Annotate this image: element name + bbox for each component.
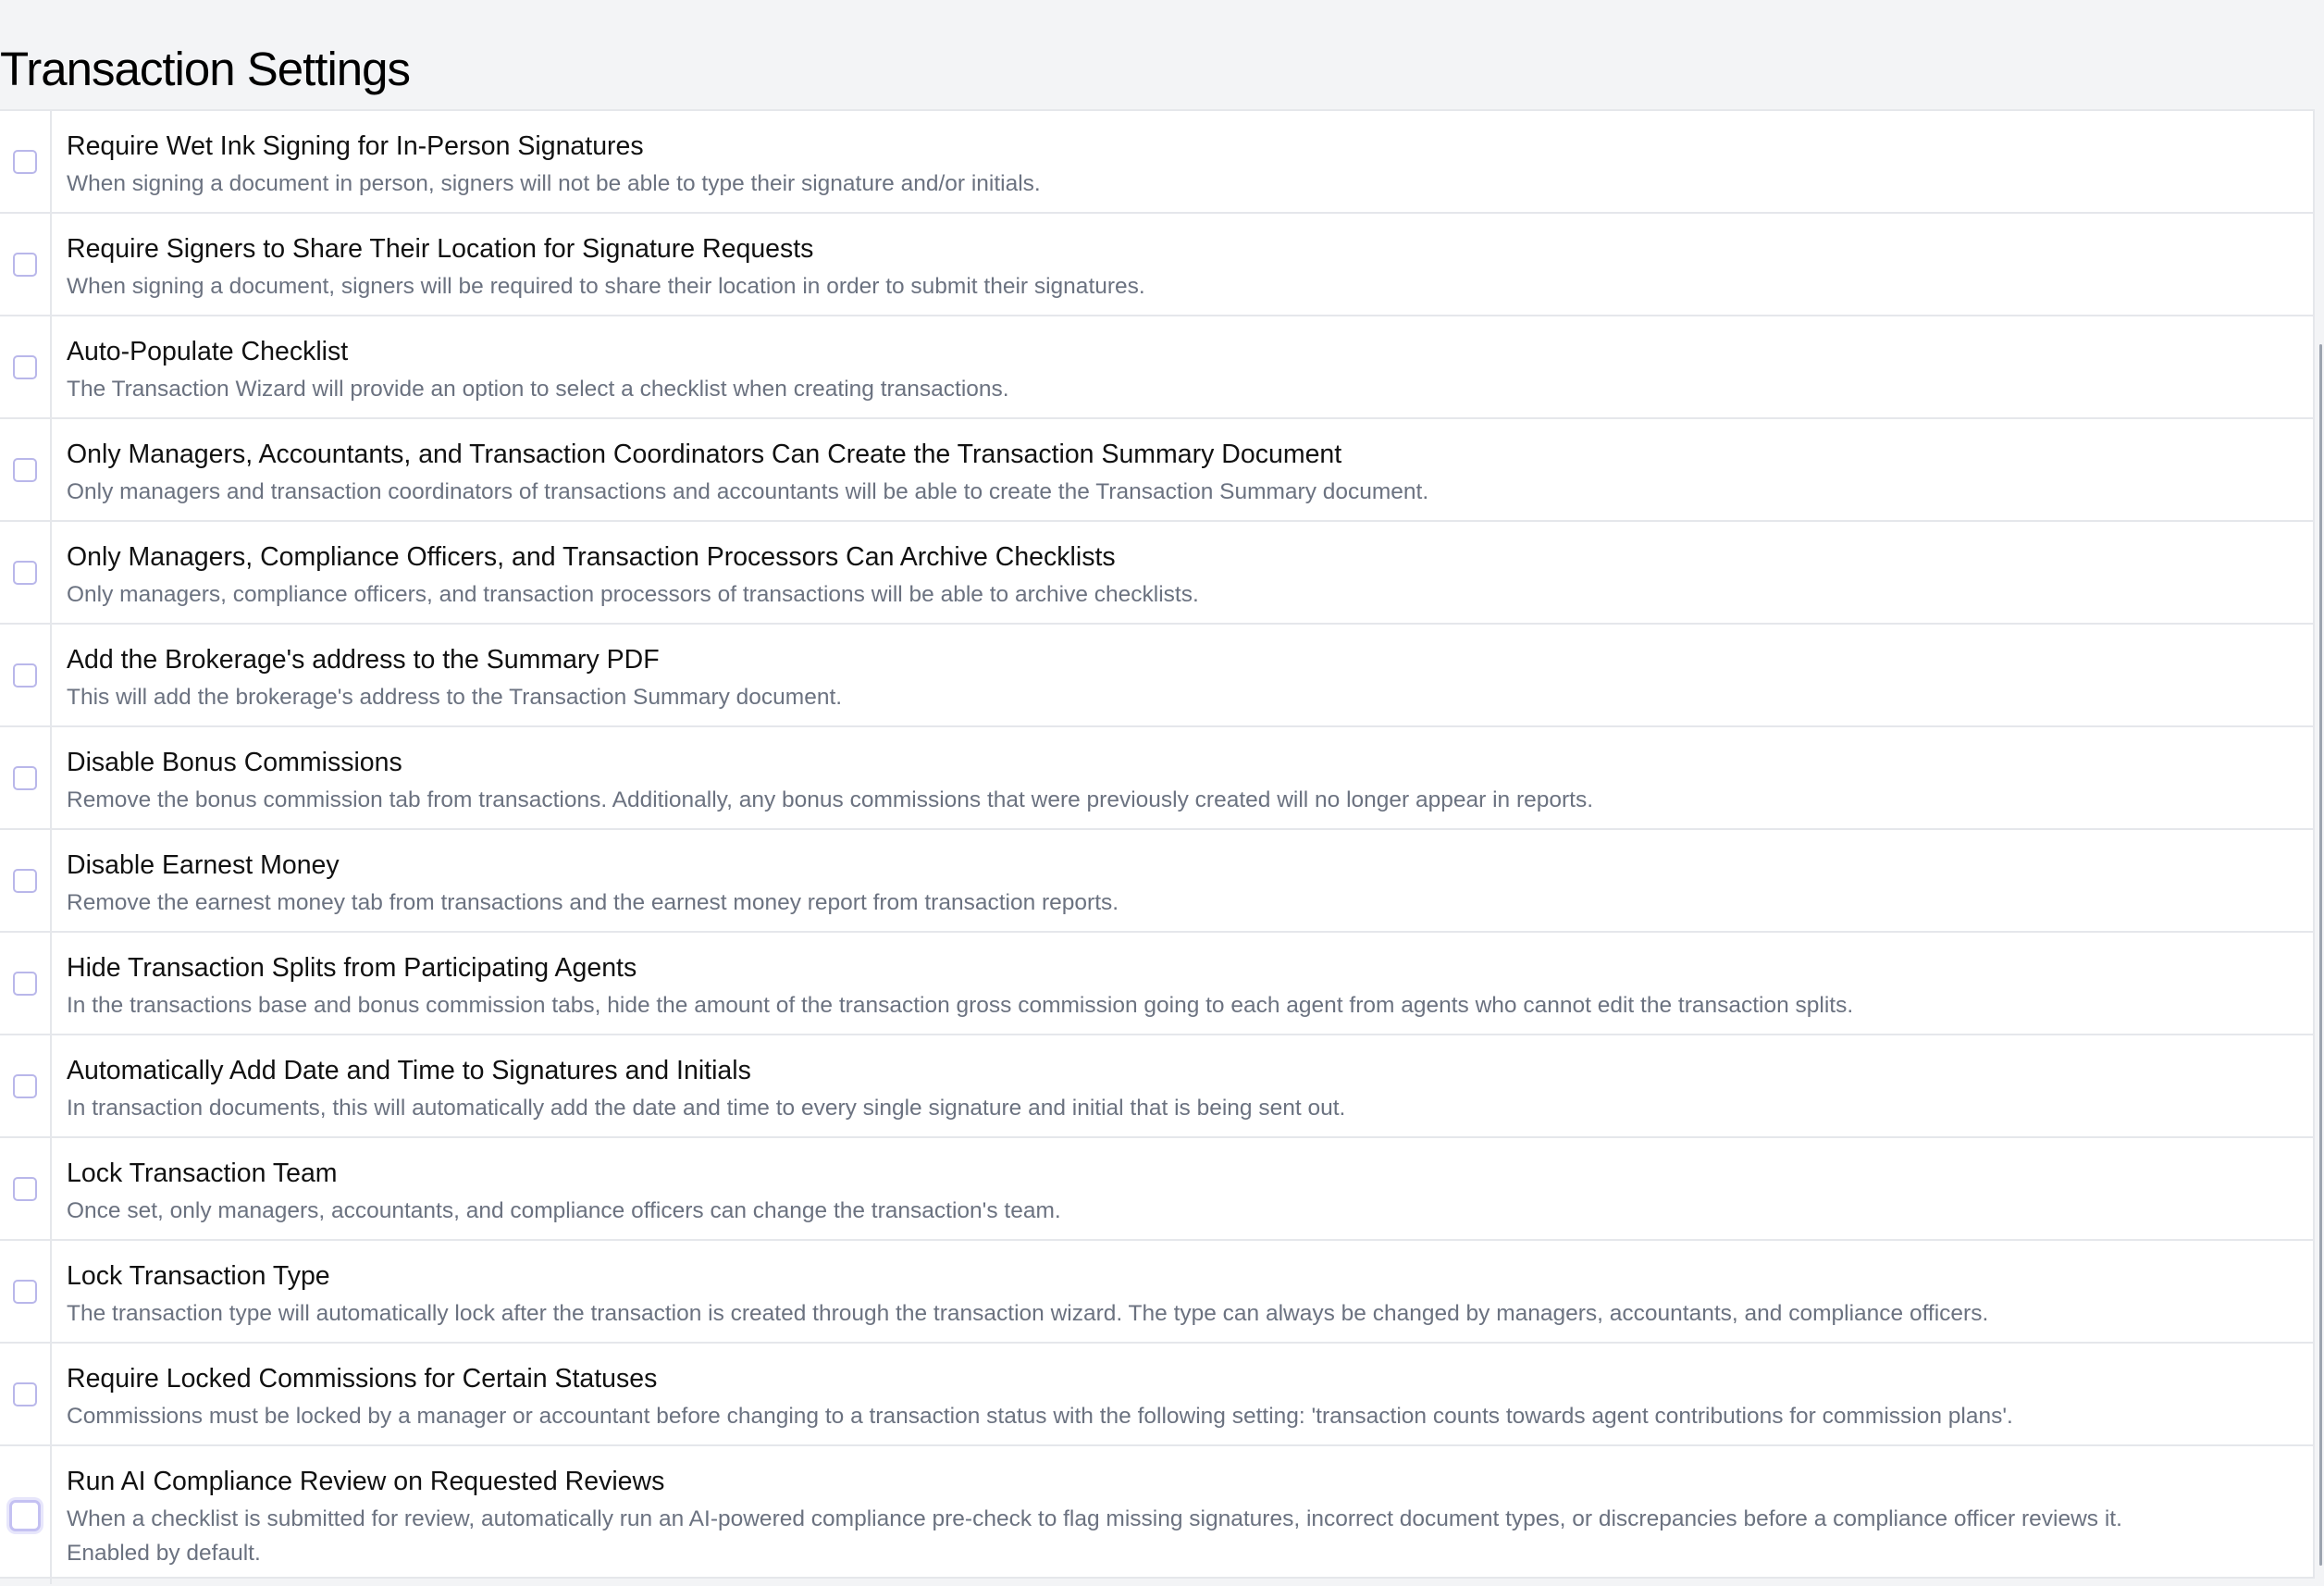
setting-title: Automatically Add Date and Time to Signa… (67, 1056, 751, 1085)
checkbox-cell (0, 316, 52, 417)
setting-text: Lock Transaction Team Once set, only man… (52, 1138, 1061, 1239)
setting-description: Only managers and transaction coordinato… (67, 479, 1429, 504)
setting-title: Require Locked Commissions for Certain S… (67, 1364, 658, 1394)
setting-text: Disable Bonus Commissions Remove the bon… (52, 727, 1593, 828)
checkbox-cell (0, 830, 52, 931)
lock-transaction-type-checkbox[interactable] (13, 1279, 37, 1304)
setting-text: Lock Transaction Type The transaction ty… (52, 1241, 1988, 1342)
checkbox-cell (0, 1446, 52, 1584)
setting-description: The Transaction Wizard will provide an o… (67, 377, 1009, 402)
brokerage-address-checkbox[interactable] (13, 663, 37, 688)
checkbox-cell (0, 625, 52, 725)
scrollbar-track[interactable] (2318, 0, 2324, 1586)
checkbox-cell (0, 1241, 52, 1342)
setting-text: Require Signers to Share Their Location … (52, 214, 1145, 315)
setting-title: Disable Earnest Money (67, 850, 340, 880)
setting-description: In transaction documents, this will auto… (67, 1096, 1346, 1121)
setting-description: When signing a document, signers will be… (67, 274, 1145, 299)
setting-row-brokerage-address: Add the Brokerage's address to the Summa… (0, 625, 2313, 727)
setting-title: Add the Brokerage's address to the Summa… (67, 645, 660, 675)
require-locked-commissions-checkbox[interactable] (13, 1382, 37, 1406)
checkbox-cell (0, 1035, 52, 1136)
setting-title: Disable Bonus Commissions (67, 748, 402, 777)
setting-text: Only Managers, Compliance Officers, and … (52, 522, 1199, 623)
setting-text: Hide Transaction Splits from Participati… (52, 933, 1853, 1034)
setting-text: Only Managers, Accountants, and Transact… (52, 419, 1428, 520)
setting-text: Require Locked Commissions for Certain S… (52, 1344, 2013, 1444)
disable-earnest-money-checkbox[interactable] (13, 868, 37, 893)
setting-title: Auto-Populate Checklist (67, 337, 349, 366)
setting-description: This will add the brokerage's address to… (67, 685, 843, 710)
setting-title: Hide Transaction Splits from Participati… (67, 953, 637, 983)
setting-text: Run AI Compliance Review on Requested Re… (52, 1446, 2122, 1584)
disable-bonus-commissions-checkbox[interactable] (13, 765, 37, 790)
setting-title: Lock Transaction Team (67, 1159, 338, 1188)
setting-row-disable-earnest-money: Disable Earnest Money Remove the earnest… (0, 830, 2313, 933)
checkbox-cell (0, 1344, 52, 1444)
summary-document-restriction-checkbox[interactable] (13, 457, 37, 482)
setting-row-lock-transaction-team: Lock Transaction Team Once set, only man… (0, 1138, 2313, 1241)
auto-date-time-checkbox[interactable] (13, 1073, 37, 1098)
setting-row-disable-bonus-commissions: Disable Bonus Commissions Remove the bon… (0, 727, 2313, 830)
settings-list: Require Wet Ink Signing for In-Person Si… (0, 111, 2313, 1584)
setting-description-line-2: Enabled by default. (67, 1541, 261, 1566)
setting-text: Require Wet Ink Signing for In-Person Si… (52, 111, 1041, 212)
auto-populate-checklist-checkbox[interactable] (13, 354, 37, 379)
setting-row-auto-date-time: Automatically Add Date and Time to Signa… (0, 1035, 2313, 1138)
hide-transaction-splits-checkbox[interactable] (13, 971, 37, 996)
setting-description: When signing a document in person, signe… (67, 171, 1041, 196)
setting-title: Require Wet Ink Signing for In-Person Si… (67, 131, 644, 161)
lock-transaction-team-checkbox[interactable] (13, 1176, 37, 1201)
checkbox-cell (0, 214, 52, 315)
wet-ink-signing-checkbox[interactable] (13, 149, 37, 174)
checkbox-cell (0, 933, 52, 1034)
setting-row-auto-populate-checklist: Auto-Populate Checklist The Transaction … (0, 316, 2313, 419)
setting-title: Only Managers, Compliance Officers, and … (67, 542, 1116, 572)
setting-title: Require Signers to Share Their Location … (67, 234, 814, 264)
setting-description: Only managers, compliance officers, and … (67, 582, 1199, 607)
setting-row-hide-transaction-splits: Hide Transaction Splits from Participati… (0, 933, 2313, 1035)
setting-description: The transaction type will automatically … (67, 1301, 1989, 1326)
setting-title: Lock Transaction Type (67, 1261, 330, 1291)
setting-row-ai-compliance-review: Run AI Compliance Review on Requested Re… (0, 1446, 2313, 1584)
setting-description: Commissions must be locked by a manager … (67, 1404, 2013, 1429)
checkbox-cell (0, 419, 52, 520)
setting-row-lock-transaction-type: Lock Transaction Type The transaction ty… (0, 1241, 2313, 1344)
page-title: Transaction Settings (0, 43, 411, 95)
setting-text: Disable Earnest Money Remove the earnest… (52, 830, 1119, 931)
settings-card: Require Wet Ink Signing for In-Person Si… (0, 109, 2315, 1584)
setting-text: Add the Brokerage's address to the Summa… (52, 625, 842, 725)
setting-row-share-location: Require Signers to Share Their Location … (0, 214, 2313, 316)
setting-description: In the transactions base and bonus commi… (67, 993, 1854, 1018)
checkbox-cell (0, 522, 52, 623)
setting-description: Remove the bonus commission tab from tra… (67, 787, 1594, 812)
setting-row-archive-checklists: Only Managers, Compliance Officers, and … (0, 522, 2313, 625)
setting-text: Automatically Add Date and Time to Signa… (52, 1035, 1345, 1136)
setting-text: Auto-Populate Checklist The Transaction … (52, 316, 1009, 417)
setting-description: When a checklist is submitted for review… (67, 1506, 2122, 1531)
ai-compliance-review-checkbox[interactable] (9, 1499, 41, 1531)
setting-row-require-locked-commissions: Require Locked Commissions for Certain S… (0, 1344, 2313, 1446)
share-location-checkbox[interactable] (13, 252, 37, 277)
scrollbar-thumb[interactable] (2319, 344, 2322, 1566)
checkbox-cell (0, 1138, 52, 1239)
setting-description: Remove the earnest money tab from transa… (67, 890, 1119, 915)
checkbox-cell (0, 111, 52, 212)
checkbox-cell (0, 727, 52, 828)
setting-row-wet-ink-signing: Require Wet Ink Signing for In-Person Si… (0, 111, 2313, 214)
setting-title: Only Managers, Accountants, and Transact… (67, 440, 1342, 469)
setting-description: Once set, only managers, accountants, an… (67, 1198, 1061, 1223)
setting-row-summary-document-restriction: Only Managers, Accountants, and Transact… (0, 419, 2313, 522)
setting-title: Run AI Compliance Review on Requested Re… (67, 1467, 665, 1496)
archive-checklists-checkbox[interactable] (13, 560, 37, 585)
